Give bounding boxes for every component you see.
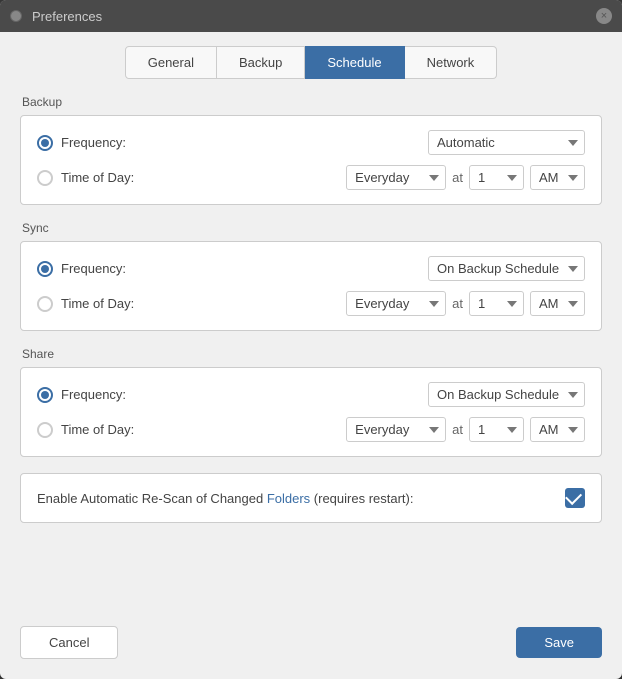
share-ampm-select[interactable]: AM PM [530, 417, 585, 442]
content-area: Backup Frequency: Automatic On Backup Sc… [0, 79, 622, 626]
share-frequency-radio[interactable] [37, 387, 53, 403]
close-button[interactable]: × [596, 8, 612, 24]
backup-frequency-right: Automatic On Backup Schedule Time of Day [428, 130, 585, 155]
sync-timeofday-row: Time of Day: Everyday Weekdays Weekends … [37, 291, 585, 316]
backup-day-select[interactable]: Everyday Weekdays Weekends [346, 165, 446, 190]
share-at-label: at [452, 422, 463, 437]
backup-section-box: Frequency: Automatic On Backup Schedule … [20, 115, 602, 205]
titlebar-dot [10, 10, 22, 22]
share-frequency-row: Frequency: Automatic On Backup Schedule … [37, 382, 585, 407]
sync-section-label: Sync [22, 221, 602, 235]
sync-ampm-select[interactable]: AM PM [530, 291, 585, 316]
share-day-select[interactable]: Everyday Weekdays Weekends [346, 417, 446, 442]
share-timeofday-row: Time of Day: Everyday Weekdays Weekends … [37, 417, 585, 442]
tab-network[interactable]: Network [405, 46, 498, 79]
backup-hour-select[interactable]: 1 2 3 4 12 [469, 165, 524, 190]
backup-frequency-label: Frequency: [61, 135, 141, 150]
backup-ampm-select[interactable]: AM PM [530, 165, 585, 190]
share-timeofday-radio[interactable] [37, 422, 53, 438]
sync-frequency-right: Automatic On Backup Schedule Time of Day [428, 256, 585, 281]
footer: Cancel Save [0, 626, 622, 679]
autorescan-checkbox[interactable] [565, 488, 585, 508]
tab-bar: General Backup Schedule Network [0, 32, 622, 79]
share-timeofday-right: Everyday Weekdays Weekends at 1 2 3 AM P… [346, 417, 585, 442]
titlebar: Preferences × [0, 0, 622, 32]
backup-timeofday-radio[interactable] [37, 170, 53, 186]
share-timeofday-label: Time of Day: [61, 422, 141, 437]
share-frequency-label: Frequency: [61, 387, 141, 402]
share-section-box: Frequency: Automatic On Backup Schedule … [20, 367, 602, 457]
backup-timeofday-label: Time of Day: [61, 170, 141, 185]
share-section-label: Share [22, 347, 602, 361]
share-hour-select[interactable]: 1 2 3 [469, 417, 524, 442]
backup-frequency-row: Frequency: Automatic On Backup Schedule … [37, 130, 585, 155]
share-frequency-select[interactable]: Automatic On Backup Schedule Time of Day [428, 382, 585, 407]
autorescan-text: Enable Automatic Re-Scan of Changed Fold… [37, 491, 565, 506]
preferences-window: Preferences × General Backup Schedule Ne… [0, 0, 622, 679]
backup-timeofday-row: Time of Day: Everyday Weekdays Weekends … [37, 165, 585, 190]
autorescan-row: Enable Automatic Re-Scan of Changed Fold… [20, 473, 602, 523]
tab-schedule[interactable]: Schedule [305, 46, 404, 79]
sync-hour-select[interactable]: 1 2 3 [469, 291, 524, 316]
backup-timeofday-right: Everyday Weekdays Weekends at 1 2 3 4 12… [346, 165, 585, 190]
backup-frequency-select[interactable]: Automatic On Backup Schedule Time of Day [428, 130, 585, 155]
sync-frequency-select[interactable]: Automatic On Backup Schedule Time of Day [428, 256, 585, 281]
titlebar-title: Preferences [32, 9, 102, 24]
sync-frequency-label: Frequency: [61, 261, 141, 276]
sync-timeofday-label: Time of Day: [61, 296, 141, 311]
tab-backup[interactable]: Backup [217, 46, 305, 79]
backup-at-label: at [452, 170, 463, 185]
sync-day-select[interactable]: Everyday Weekdays Weekends [346, 291, 446, 316]
backup-section-label: Backup [22, 95, 602, 109]
sync-section-box: Frequency: Automatic On Backup Schedule … [20, 241, 602, 331]
sync-frequency-radio[interactable] [37, 261, 53, 277]
backup-frequency-radio[interactable] [37, 135, 53, 151]
sync-timeofday-right: Everyday Weekdays Weekends at 1 2 3 AM P… [346, 291, 585, 316]
tab-general[interactable]: General [125, 46, 217, 79]
sync-frequency-row: Frequency: Automatic On Backup Schedule … [37, 256, 585, 281]
share-frequency-right: Automatic On Backup Schedule Time of Day [428, 382, 585, 407]
sync-at-label: at [452, 296, 463, 311]
save-button[interactable]: Save [516, 627, 602, 658]
sync-timeofday-radio[interactable] [37, 296, 53, 312]
cancel-button[interactable]: Cancel [20, 626, 118, 659]
